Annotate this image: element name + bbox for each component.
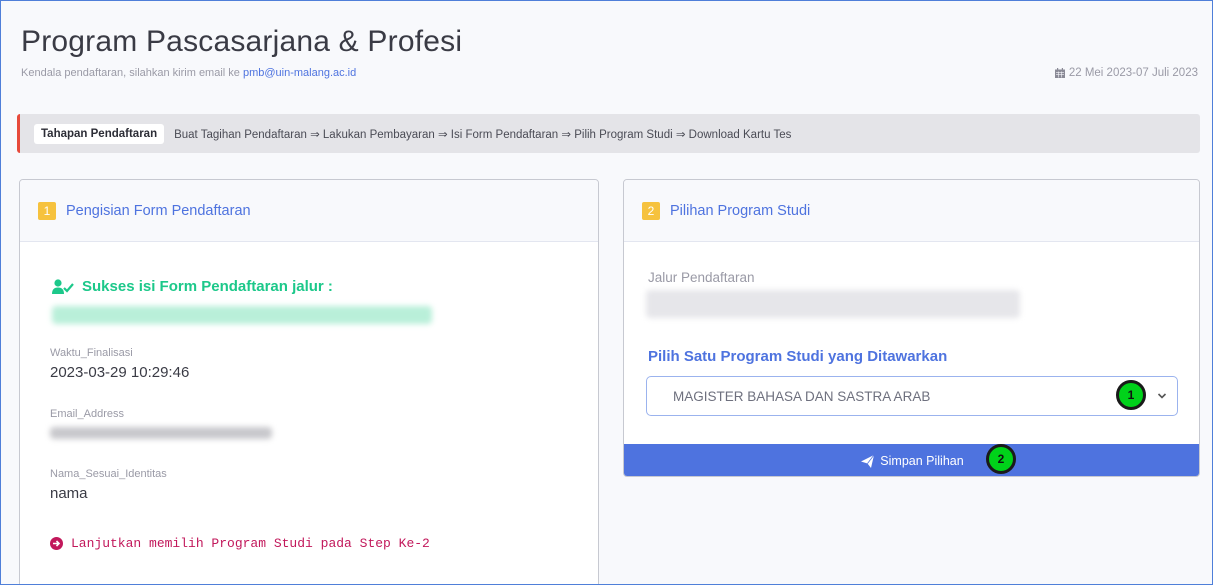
program-choice-card-title: Pilihan Program Studi [670,202,811,219]
program-select-label: Pilih Satu Program Studi yang Ditawarkan [648,348,948,365]
help-text-line: Kendala pendaftaran, silahkan kirim emai… [21,67,356,79]
field-label-email: Email_Address [50,408,124,420]
step-number-badge: 2 [642,201,660,220]
program-select[interactable]: MAGISTER BAHASA DAN SASTRA ARAB [646,376,1178,416]
page-frame: Program Pascasarjana & Profesi Kendala p… [0,0,1213,585]
program-select-value: MAGISTER BAHASA DAN SASTRA ARAB [673,388,931,404]
page-title: Program Pascasarjana & Profesi [21,25,463,58]
field-label-nama: Nama_Sesuai_Identitas [50,468,167,480]
date-range-text: 22 Mei 2023-07 Juli 2023 [1068,67,1198,79]
annotation-marker-2: 2 [986,444,1016,474]
jalur-label: Jalur Pendaftaran [648,270,755,285]
user-check-icon [52,278,74,294]
success-text: Sukses isi Form Pendaftaran jalur : [82,278,333,295]
form-filling-card-header: 1 Pengisian Form Pendaftaran [20,180,598,242]
calendar-icon [1054,68,1065,78]
field-value-waktu: 2023-03-29 10:29:46 [50,364,190,381]
help-text: Kendala pendaftaran, silahkan kirim emai… [21,67,240,79]
next-step-hint[interactable]: Lanjutkan memilih Program Studi pada Ste… [50,536,430,551]
steps-text: Buat Tagihan Pendaftaran ⇒ Lakukan Pemba… [174,128,792,141]
field-label-waktu: Waktu_Finalisasi [50,347,133,359]
registration-steps-bar: Tahapan Pendaftaran Buat Tagihan Pendaft… [17,114,1200,153]
success-message: Sukses isi Form Pendaftaran jalur : [52,278,333,295]
redacted-jalur-field [646,290,1020,318]
redacted-jalur-value [52,306,432,324]
program-choice-card: 2 Pilihan Program Studi Jalur Pendaftara… [623,179,1200,477]
help-email-link[interactable]: pmb@uin-malang.ac.id [243,67,356,79]
annotation-marker-1: 1 [1116,380,1146,410]
field-value-nama: nama [50,485,88,502]
save-choice-button[interactable]: Simpan Pilihan [624,444,1199,476]
form-filling-card-title: Pengisian Form Pendaftaran [66,202,251,219]
arrow-circle-right-icon [50,537,63,550]
steps-badge: Tahapan Pendaftaran [34,123,165,144]
redacted-email-value [50,427,272,439]
next-step-text: Lanjutkan memilih Program Studi pada Ste… [71,536,430,551]
registration-date-range: 22 Mei 2023-07 Juli 2023 [1054,67,1198,79]
form-filling-card: 1 Pengisian Form Pendaftaran Sukses isi … [19,179,599,584]
paper-plane-icon [861,454,875,468]
chevron-down-icon [1157,393,1167,399]
save-choice-label: Simpan Pilihan [880,454,964,468]
program-choice-card-header: 2 Pilihan Program Studi [624,180,1199,242]
step-number-badge: 1 [38,201,56,220]
